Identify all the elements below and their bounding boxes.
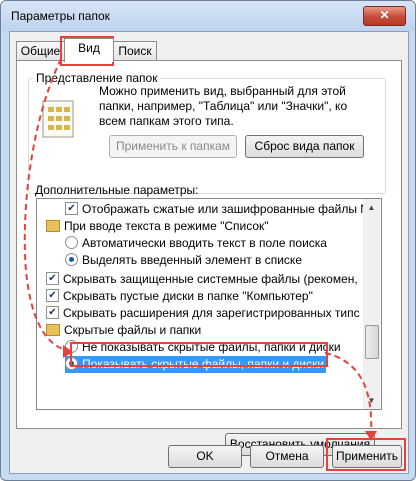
folder-options-dialog: Параметры папок ✕ Общие Вид Поиск Предст… (0, 0, 416, 481)
tab-view[interactable]: Вид (64, 38, 114, 62)
annotation-arrows (23, 58, 377, 441)
